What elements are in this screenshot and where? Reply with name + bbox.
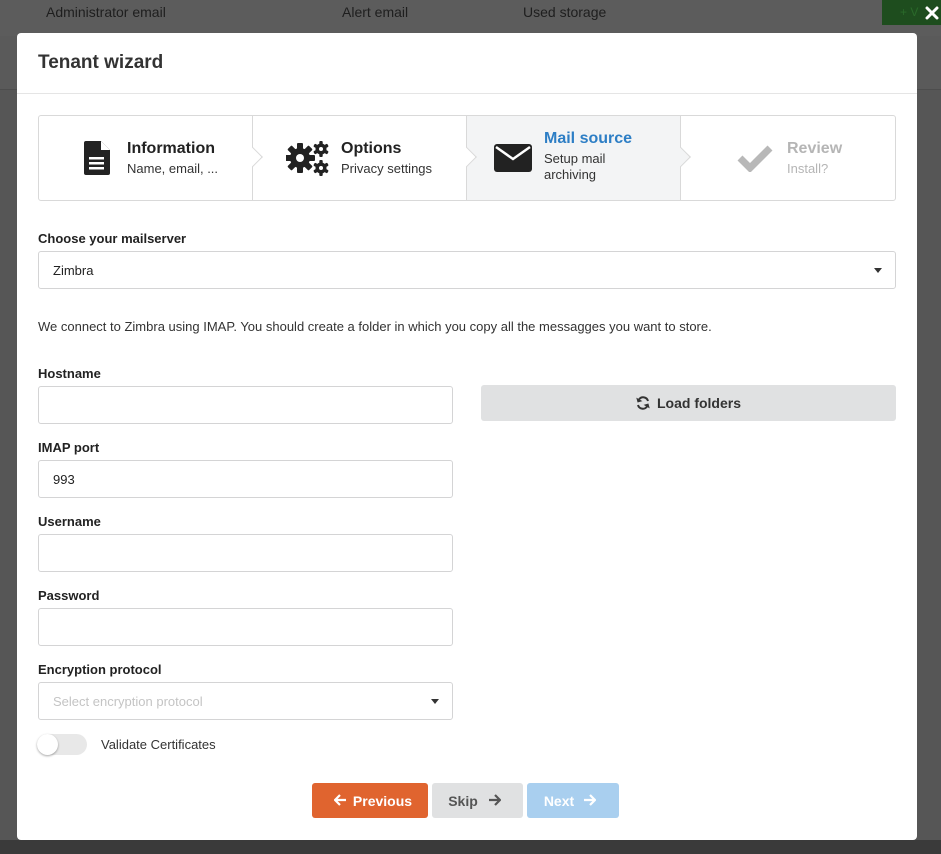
skip-button[interactable]: Skip [432,783,523,818]
tenant-wizard-modal: Tenant wizard Information Name, email, .… [17,33,917,840]
username-label: Username [38,514,101,529]
modal-header: Tenant wizard [17,33,917,94]
close-icon[interactable] [925,6,941,22]
envelope-icon [487,138,539,178]
validate-certificates-toggle[interactable] [37,734,87,755]
encryption-protocol-label: Encryption protocol [38,662,162,677]
step-title: Review [787,139,843,157]
next-label: Next [543,792,575,809]
step-subtitle: Install? [787,160,829,176]
password-input[interactable] [38,608,453,646]
wizard-steps: Information Name, email, ... Options Pri… [38,115,896,201]
chevron-down-icon [431,699,439,704]
step-subtitle: Privacy settings [341,160,433,176]
load-folders-button[interactable]: Load folders [481,385,896,421]
previous-button[interactable]: Previous [312,783,428,818]
step-options[interactable]: Options Privacy settings [253,116,477,200]
imap-port-label: IMAP port [38,440,100,455]
password-label: Password [38,588,100,603]
previous-label: Previous [352,792,413,809]
step-title: Mail source [544,129,633,147]
step-information[interactable]: Information Name, email, ... [39,116,263,200]
modal-title: Tenant wizard [38,52,164,73]
validate-certificates-label: Validate Certificates [101,737,216,752]
column-alert-email: Alert email [342,4,409,20]
checkmark-icon [729,138,781,178]
username-input[interactable] [38,534,453,572]
mailserver-select[interactable]: Zimbra [38,251,896,289]
encryption-protocol-select[interactable]: Select encryption protocol [38,682,453,720]
column-used-storage: Used storage [523,4,607,20]
next-button[interactable]: Next [527,783,619,818]
hostname-label: Hostname [38,366,101,381]
background-table-header: Administrator email Alert email Used sto… [0,0,941,36]
step-subtitle: Setup mail archiving [544,150,606,182]
hostname-input[interactable] [38,386,453,424]
step-title: Information [127,139,215,157]
column-administrator-email: Administrator email [46,4,166,20]
arrow-left-icon [333,793,347,809]
mailserver-description: We connect to Zimbra using IMAP. You sho… [38,319,712,334]
mailserver-label: Choose your mailserver [38,231,187,246]
step-mail-source[interactable]: Mail source Setup mail archiving [467,116,691,200]
step-review[interactable]: Review Install? [681,116,895,200]
arrow-right-icon [583,793,597,809]
encryption-protocol-placeholder: Select encryption protocol [53,693,203,709]
document-icon [71,138,123,178]
gears-icon [283,138,335,178]
refresh-icon [636,396,650,410]
skip-label: Skip [448,792,478,809]
step-title: Options [341,139,402,157]
step-subtitle: Name, email, ... [127,160,219,176]
arrow-right-icon [488,793,502,809]
mailserver-value: Zimbra [53,262,94,278]
toggle-knob [37,734,58,755]
background-footer [0,840,941,854]
chevron-down-icon [874,268,882,273]
load-folders-label: Load folders [656,395,741,411]
imap-port-input[interactable]: 993 [38,460,453,498]
